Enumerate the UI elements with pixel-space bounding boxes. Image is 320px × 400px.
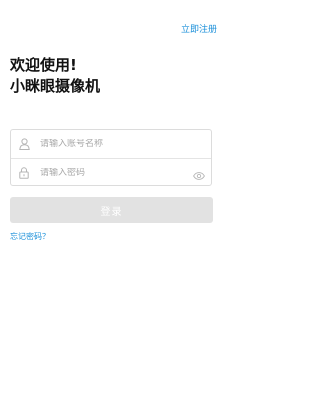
- eye-icon[interactable]: [193, 167, 205, 180]
- welcome-line-1: 欢迎使用!: [10, 56, 77, 74]
- welcome-heading: 欢迎使用! 小眯眼摄像机: [10, 55, 100, 97]
- account-input[interactable]: [40, 139, 180, 149]
- user-icon: [18, 138, 30, 150]
- forgot-password-link[interactable]: 忘记密码？: [10, 231, 50, 242]
- lock-icon: [18, 167, 30, 179]
- password-input[interactable]: [40, 168, 180, 178]
- login-form: [10, 129, 212, 186]
- welcome-line-2: 小眯眼摄像机: [10, 77, 101, 95]
- register-link[interactable]: 立即注册: [181, 22, 217, 35]
- password-row: [11, 158, 211, 187]
- login-screen: 立即注册 欢迎使用! 小眯眼摄像机 请输入账号名称 登录 忘记密码？: [0, 0, 225, 400]
- login-button[interactable]: 登录: [10, 197, 213, 223]
- account-row: [11, 130, 211, 158]
